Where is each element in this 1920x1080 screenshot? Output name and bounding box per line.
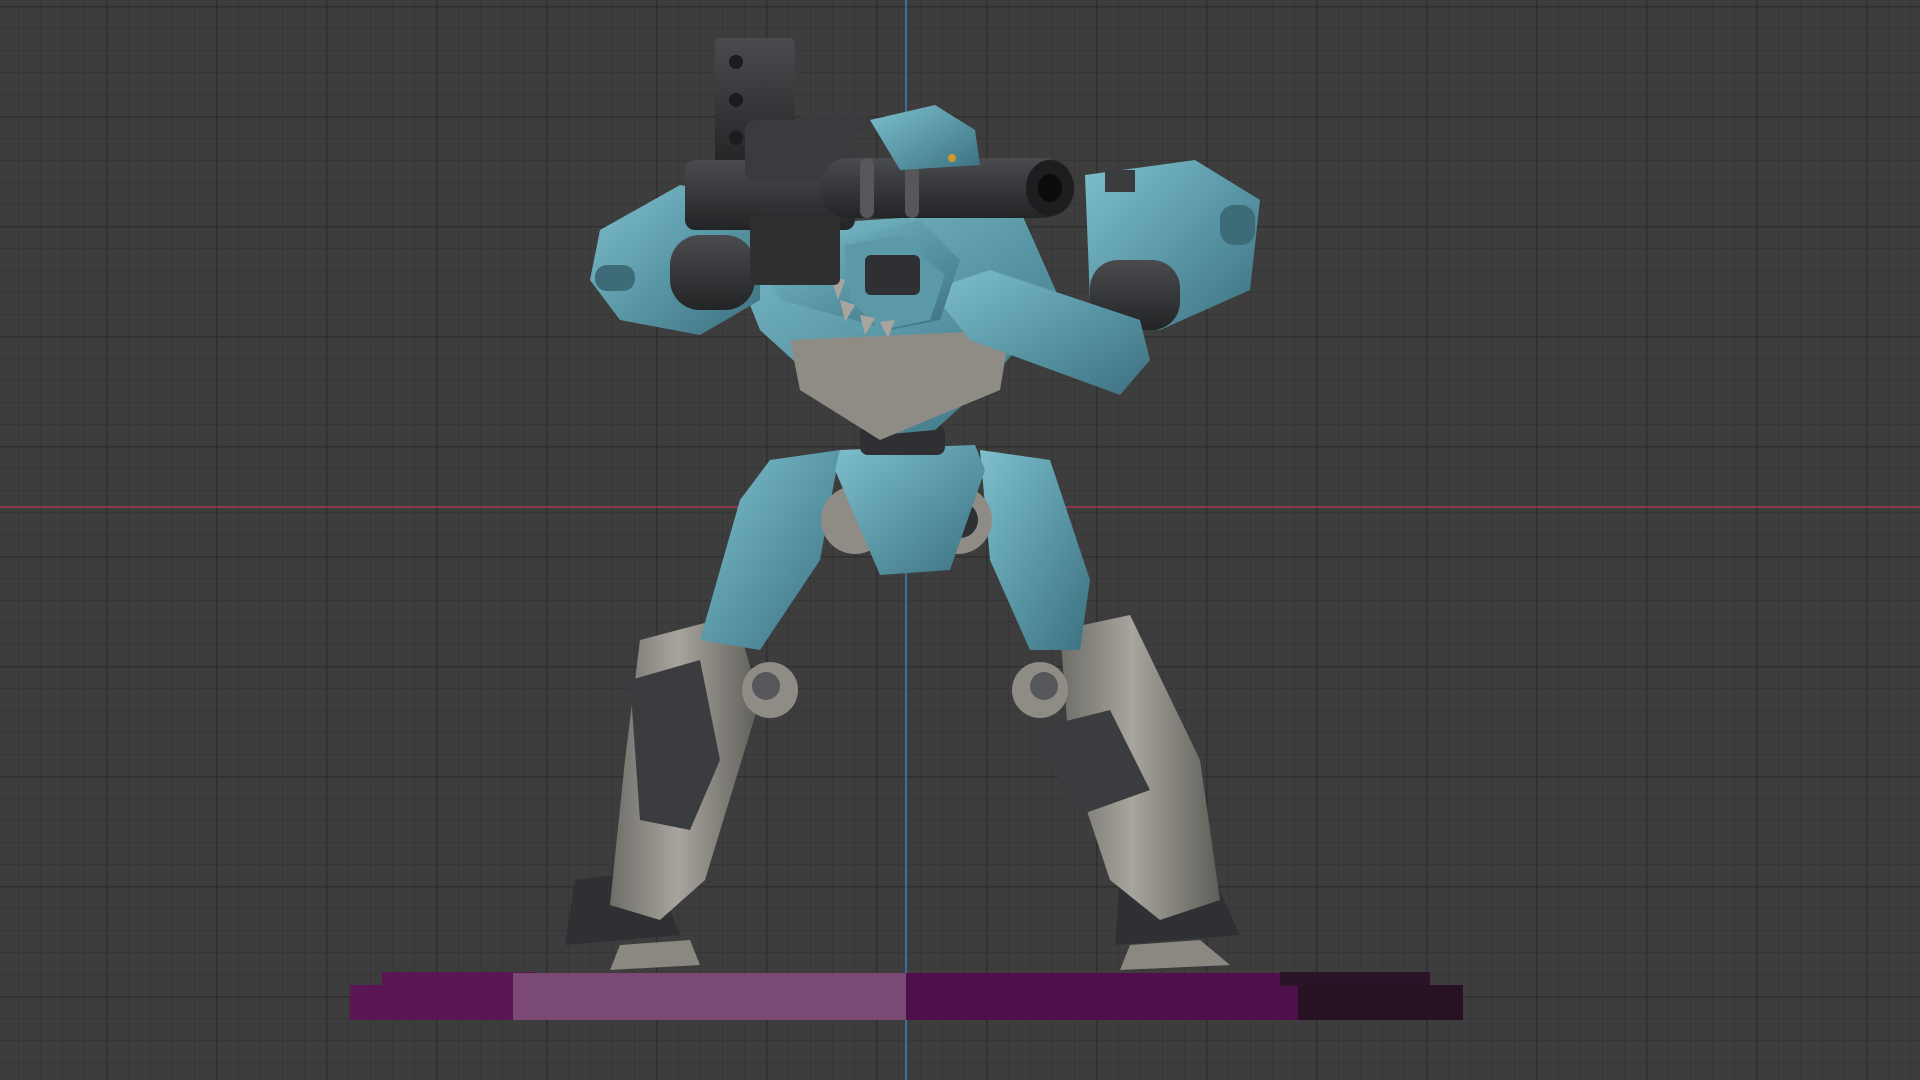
left-leg (565, 615, 798, 970)
left-thigh (700, 450, 840, 650)
3d-viewport[interactable] (0, 0, 1920, 1080)
cannon-ring (860, 158, 874, 218)
ground-bar (350, 972, 1463, 1020)
ground-bar-segment (350, 985, 515, 1020)
right-leg (1012, 615, 1240, 970)
cannon-bolt (729, 93, 743, 107)
robot-model[interactable] (0, 0, 1920, 1080)
ground-bar-segment (1280, 972, 1430, 986)
sensor-light (948, 154, 956, 162)
right-thigh (980, 450, 1090, 650)
ground-bar-segment (906, 973, 1300, 1020)
ground-bar-segment (1298, 985, 1463, 1020)
hip-assembly (821, 425, 992, 575)
cannon-bolt (729, 131, 743, 145)
cannon-bolt (729, 55, 743, 69)
waist-joint (790, 330, 1010, 440)
ground-bar-segment (513, 973, 906, 1020)
right-shoulder (1085, 160, 1260, 330)
